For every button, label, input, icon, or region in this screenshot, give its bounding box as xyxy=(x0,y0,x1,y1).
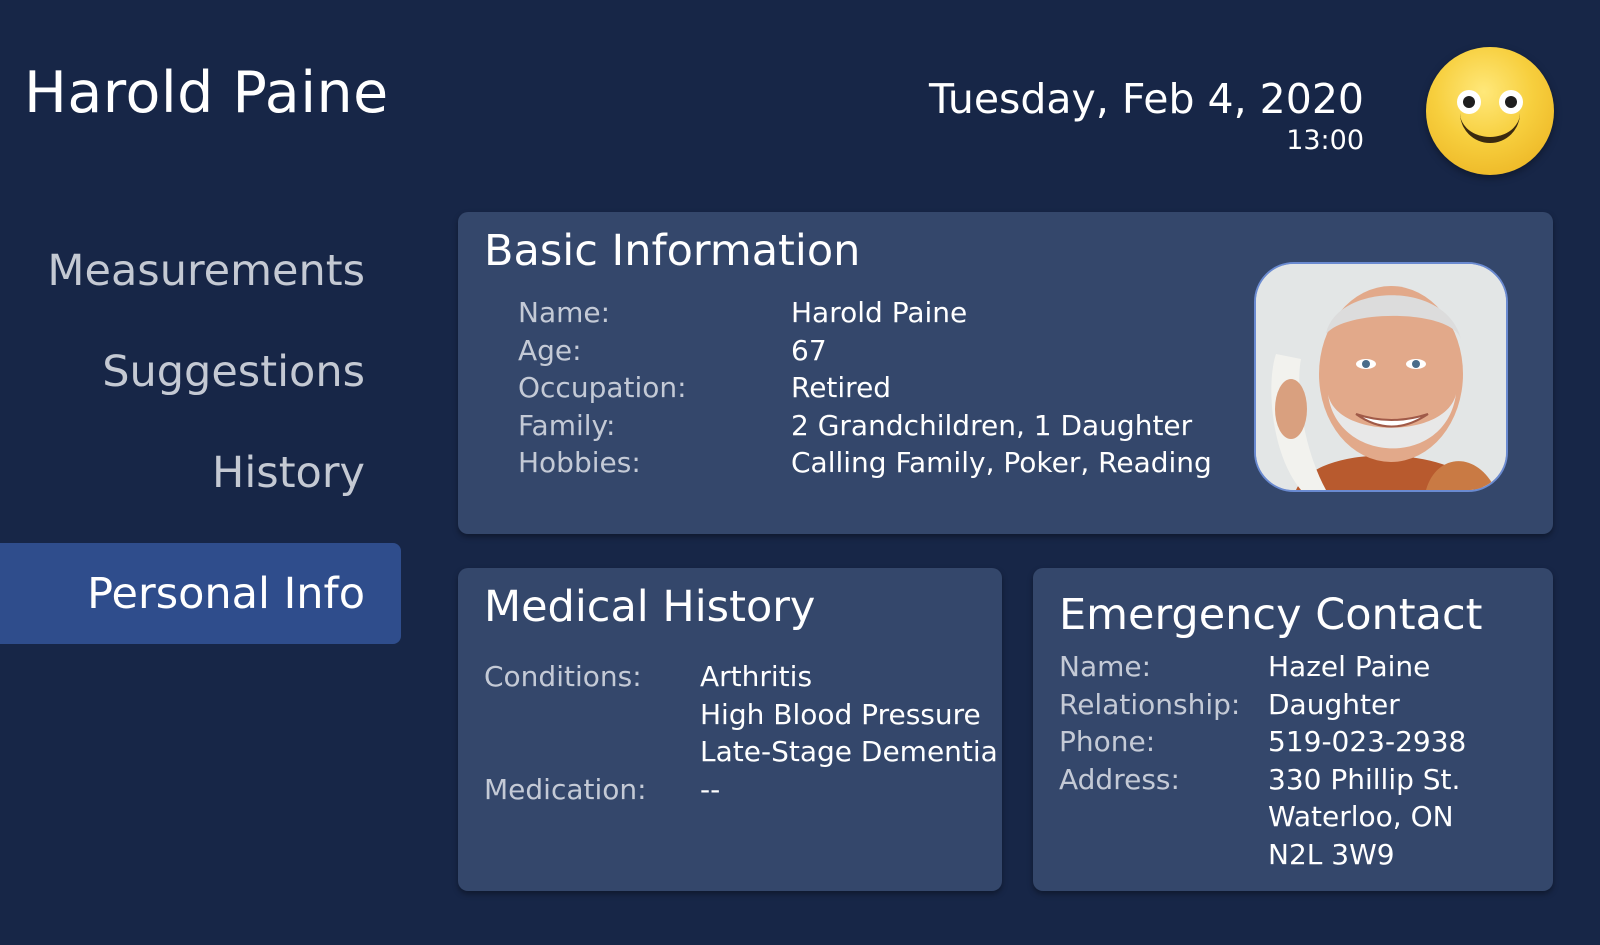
field-row: Address: 330 Phillip St. xyxy=(1059,761,1466,799)
basic-information-card: Basic Information Name: Harold Paine Age:… xyxy=(458,212,1553,534)
field-row: High Blood Pressure xyxy=(484,696,998,734)
field-row: Relationship: Daughter xyxy=(1059,686,1466,724)
portrait-illustration xyxy=(1256,264,1506,490)
field-row: Occupation: Retired xyxy=(518,369,1212,407)
card-title: Emergency Contact xyxy=(1059,590,1483,640)
medication-value: -- xyxy=(700,772,721,806)
field-row: Age: 67 xyxy=(518,332,1212,370)
field-label: Phone: xyxy=(1059,725,1156,758)
field-value: Harold Paine xyxy=(791,296,968,329)
mood-smiley-icon[interactable] xyxy=(1426,47,1554,175)
smile xyxy=(1460,113,1520,143)
address-line: N2L 3W9 xyxy=(1268,837,1395,871)
field-row: Conditions: Arthritis xyxy=(484,658,998,696)
address-line: Waterloo, ON xyxy=(1268,800,1454,833)
contact-name: Hazel Paine xyxy=(1268,650,1431,683)
field-label: Name: xyxy=(518,296,611,329)
basic-fields: Name: Harold Paine Age: 67 Occupation: Reti… xyxy=(518,294,1212,482)
patient-name: Harold Paine xyxy=(24,60,389,126)
card-title: Basic Information xyxy=(484,226,861,276)
current-date: Tuesday, Feb 4, 2020 xyxy=(929,75,1364,123)
field-label: Address: xyxy=(1059,762,1180,796)
field-row: Phone: 519-023-2938 xyxy=(1059,723,1466,761)
nav-item-suggestions[interactable]: Suggestions xyxy=(0,321,401,422)
field-label: Age: xyxy=(518,333,582,367)
emergency-contact-card: Emergency Contact Name: Hazel Paine Relat… xyxy=(1033,568,1553,891)
address-line: 330 Phillip St. xyxy=(1268,762,1461,796)
field-row: Name: Harold Paine xyxy=(518,294,1212,332)
field-value: Retired xyxy=(791,371,892,404)
right-eye xyxy=(1499,90,1523,114)
field-row: Medication: -- xyxy=(484,771,998,809)
current-time: 13:00 xyxy=(1286,125,1364,156)
field-value: Calling Family, Poker, Reading xyxy=(791,446,1212,479)
field-label: Family: xyxy=(518,408,616,442)
contact-phone[interactable]: 519-023-2938 xyxy=(1268,723,1466,761)
conditions-label: Conditions: xyxy=(484,660,642,693)
field-row: Name: Hazel Paine xyxy=(1059,648,1466,686)
field-row: Waterloo, ON xyxy=(1059,798,1466,836)
nav-item-history[interactable]: History xyxy=(0,422,401,523)
field-label: Name: xyxy=(1059,650,1152,683)
field-row: Late-Stage Dementia xyxy=(484,733,998,771)
field-row: Family: 2 Grandchildren, 1 Daughter xyxy=(518,407,1212,445)
field-label: Relationship: xyxy=(1059,687,1241,721)
field-value: 67 xyxy=(791,333,827,367)
emergency-fields: Name: Hazel Paine Relationship: Daughter P… xyxy=(1059,648,1466,873)
medical-history-card: Medical History Conditions: Arthritis Hig… xyxy=(458,568,1002,891)
card-title: Medical History xyxy=(484,582,816,632)
contact-relationship: Daughter xyxy=(1268,687,1400,721)
field-label: Occupation: xyxy=(518,371,687,404)
condition-item: Late-Stage Dementia xyxy=(700,735,998,768)
left-eye xyxy=(1457,90,1481,114)
condition-item: Arthritis xyxy=(700,660,813,693)
medical-fields: Conditions: Arthritis High Blood Pressure… xyxy=(484,658,998,808)
sidebar-nav: Measurements Suggestions History Persona… xyxy=(0,220,401,644)
nav-item-personal-info[interactable]: Personal Info xyxy=(0,543,401,644)
patient-photo xyxy=(1254,262,1508,492)
field-value: 2 Grandchildren, 1 Daughter xyxy=(791,408,1193,442)
condition-item: High Blood Pressure xyxy=(700,697,981,731)
datetime: Tuesday, Feb 4, 2020 13:00 xyxy=(929,74,1364,158)
field-row: N2L 3W9 xyxy=(1059,836,1466,874)
field-row: Hobbies: Calling Family, Poker, Reading xyxy=(518,444,1212,482)
nav-item-measurements[interactable]: Measurements xyxy=(0,220,401,321)
field-label: Hobbies: xyxy=(518,446,641,479)
medication-label: Medication: xyxy=(484,772,647,806)
